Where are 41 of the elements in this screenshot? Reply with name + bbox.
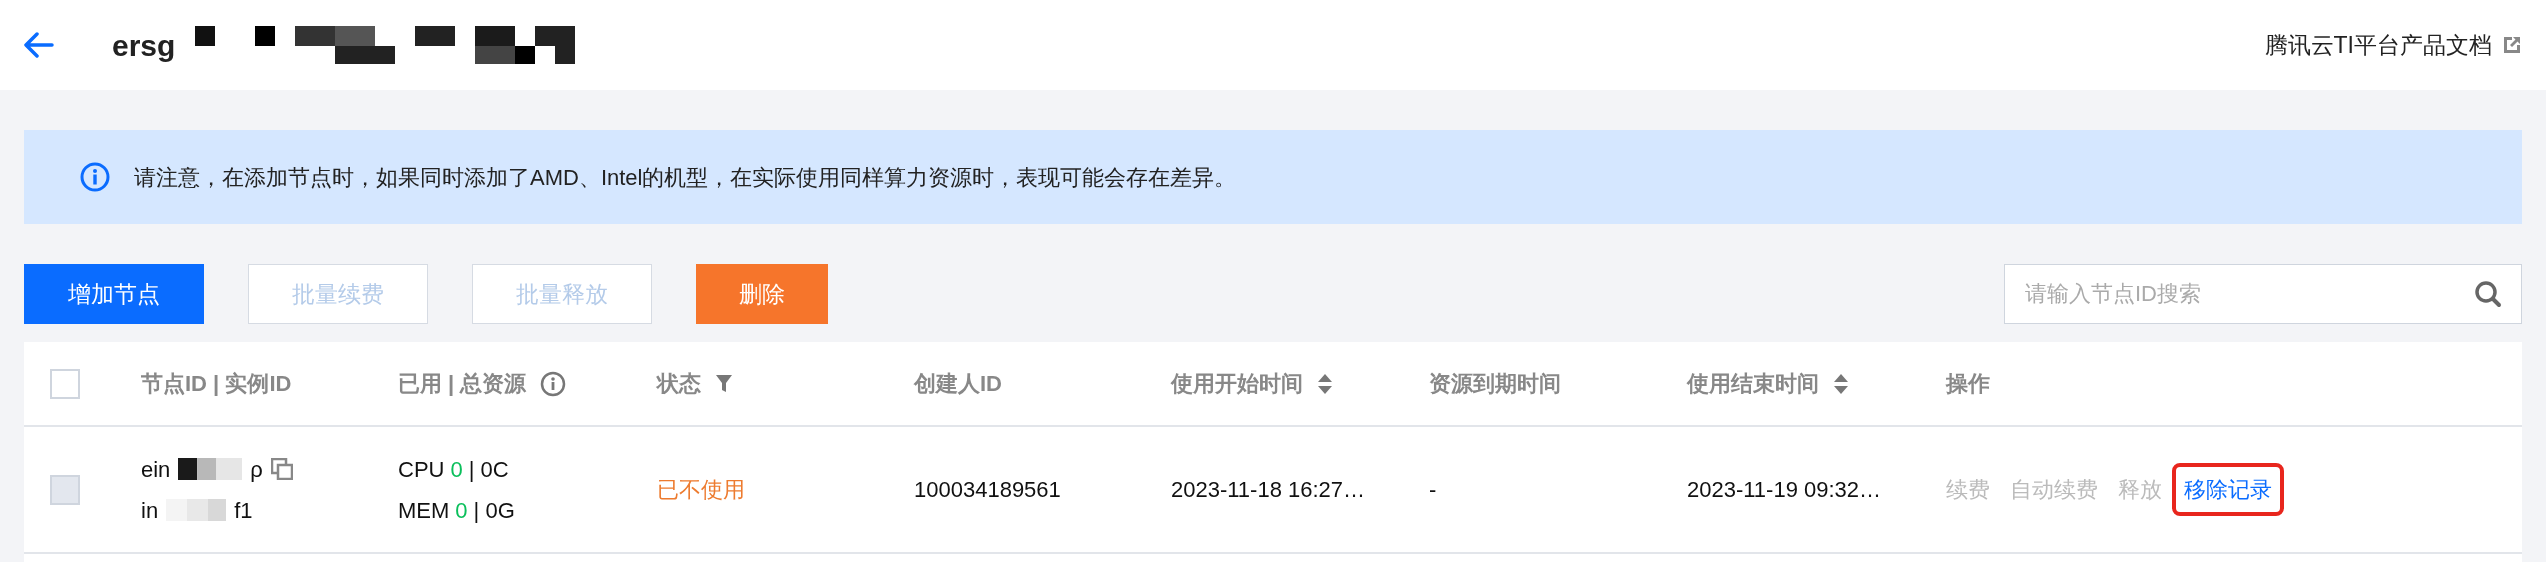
instance-id-text: f1 xyxy=(234,496,253,525)
notice-text: 请注意，在添加节点时，如果同时添加了AMD、Intel的机型，在实际使用同样算力资源时，表现可能会存在差异。 xyxy=(134,163,1237,192)
node-id-text: ein xyxy=(141,455,171,484)
sort-icon[interactable] xyxy=(1833,372,1849,395)
table-cell: 2023-11-19 09:32… xyxy=(1687,477,1882,502)
filter-icon[interactable] xyxy=(715,373,733,394)
back-arrow-icon[interactable] xyxy=(24,32,54,58)
checkbox[interactable] xyxy=(50,368,80,399)
resource-used: 0 xyxy=(450,455,463,484)
delete-button[interactable]: 删除 xyxy=(696,264,828,324)
resource-total: | 0G xyxy=(473,496,515,525)
column-header: 状态 xyxy=(657,370,701,398)
column-header: 操作 xyxy=(1946,370,1990,398)
pixelated-block xyxy=(166,499,227,521)
table-cell: 2023-11-18 16:27… xyxy=(1171,477,1366,502)
search-field[interactable]: 请输入节点ID搜索 xyxy=(2004,264,2522,324)
resource-used: 0 xyxy=(455,496,468,525)
instance-id-text: in xyxy=(141,496,159,525)
external-link-icon xyxy=(2502,35,2522,55)
doc-link[interactable]: 腾讯云TI平台产品文档 xyxy=(2264,27,2492,63)
status-text: 已不使用 xyxy=(657,477,745,502)
table-cell: 100034189561 xyxy=(914,477,1061,502)
search-icon[interactable] xyxy=(2474,280,2502,308)
column-header: 资源到期时间 xyxy=(1429,370,1561,398)
info-icon xyxy=(80,162,110,192)
info-icon[interactable] xyxy=(540,370,567,397)
sort-icon[interactable] xyxy=(1317,372,1333,395)
column-header: 创建人ID xyxy=(914,370,1002,398)
page-title: ersg xyxy=(112,27,176,64)
resource-total: | 0C xyxy=(468,455,509,484)
pixelated-block xyxy=(178,458,243,480)
resource-label: CPU xyxy=(398,455,445,484)
node-id-text: ρ xyxy=(250,455,263,484)
table-cell: - xyxy=(1429,477,1437,502)
column-header: 已用 | 总资源 xyxy=(398,370,527,398)
resource-label: MEM xyxy=(398,496,450,525)
column-header: 使用结束时间 xyxy=(1687,370,1819,398)
column-header: 使用开始时间 xyxy=(1171,370,1303,398)
toolbar-button[interactable]: 增加节点 xyxy=(24,264,204,324)
column-header: 节点ID | 实例ID xyxy=(141,370,292,398)
copy-icon[interactable] xyxy=(270,458,293,480)
